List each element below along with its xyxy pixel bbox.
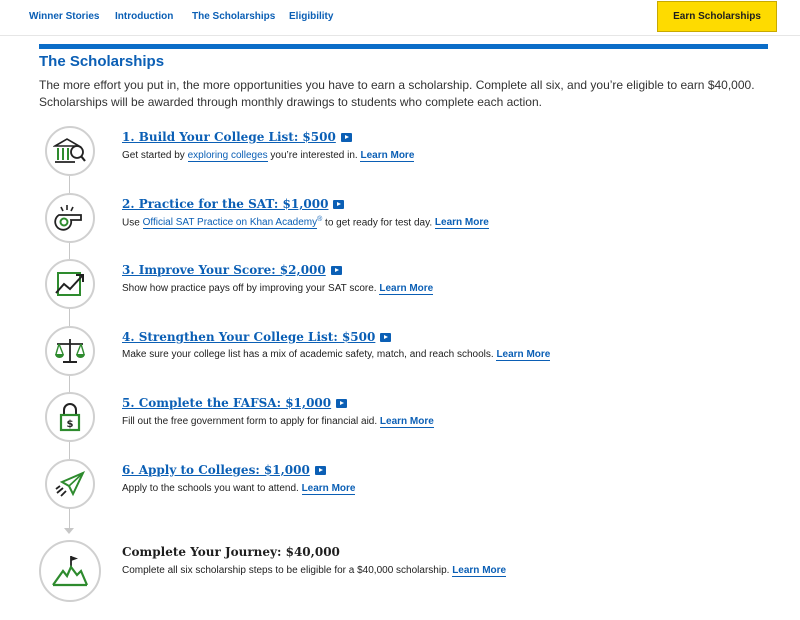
step-3-learn-more-link[interactable]: Learn More	[379, 283, 434, 295]
step-6-learn-more-link[interactable]: Learn More	[301, 483, 356, 495]
step-5-description: Fill out the free government form to app…	[122, 416, 434, 428]
video-play-icon[interactable]	[330, 265, 342, 275]
step-1-title-text: 1. Build Your College List: $500	[122, 130, 336, 144]
timeline-connector	[69, 176, 70, 193]
whistle-icon	[45, 193, 95, 243]
mountain-flag-icon	[39, 540, 101, 602]
timeline-connector	[69, 242, 70, 260]
step-2-learn-more-link[interactable]: Learn More	[434, 217, 489, 230]
step-1-title-link[interactable]: 1. Build Your College List: $500	[122, 130, 352, 144]
step-6-desc-text: Apply to the schools you want to attend.	[122, 483, 302, 494]
final-desc-text: Complete all six scholarship steps to be…	[122, 565, 453, 576]
step-4-title-link[interactable]: 4. Strengthen Your College List: $500	[122, 330, 392, 344]
balance-scale-icon	[45, 326, 95, 376]
step-2-desc-text-2: to get ready for test day.	[322, 217, 435, 229]
svg-text:$: $	[67, 419, 74, 430]
final-learn-more-link[interactable]: Learn More	[452, 565, 507, 577]
video-play-icon[interactable]	[333, 199, 345, 209]
timeline-connector	[69, 442, 70, 459]
step-3-title-link[interactable]: 3. Improve Your Score: $2,000	[122, 263, 342, 277]
step-3-description: Show how practice pays off by improving …	[122, 283, 434, 295]
step-2-title-text: 2. Practice for the SAT: $1,000	[122, 197, 329, 211]
step-4-title-text: 4. Strengthen Your College List: $500	[122, 330, 376, 344]
nav-winner-stories[interactable]: Winner Stories	[29, 11, 99, 22]
section-heading: The Scholarships	[39, 53, 165, 70]
video-play-icon[interactable]	[336, 398, 348, 408]
step-3-title-text: 3. Improve Your Score: $2,000	[122, 263, 326, 277]
step-4-desc-text: Make sure your college list has a mix of…	[122, 349, 497, 360]
timeline-arrow-icon	[64, 528, 74, 534]
khan-academy-link[interactable]: Official SAT Practice on Khan Academy	[142, 217, 318, 230]
step-5-learn-more-link[interactable]: Learn More	[379, 416, 434, 428]
video-play-icon[interactable]	[380, 332, 392, 342]
earn-scholarships-button[interactable]: Earn Scholarships	[657, 1, 777, 32]
step-3-desc-text: Show how practice pays off by improving …	[122, 283, 380, 294]
trend-chart-icon	[45, 259, 95, 309]
step-2-title-link[interactable]: 2. Practice for the SAT: $1,000	[122, 197, 345, 211]
nav-eligibility[interactable]: Eligibility	[289, 11, 333, 22]
step-4-learn-more-link[interactable]: Learn More	[496, 349, 551, 361]
video-play-icon[interactable]	[314, 465, 326, 475]
step-1-desc-text-2: you’re interested in.	[267, 150, 361, 161]
building-search-icon	[45, 126, 95, 176]
step-5-title-text: 5. Complete the FAFSA: $1,000	[122, 396, 332, 410]
top-nav: Winner Stories Introduction The Scholars…	[0, 0, 800, 36]
step-2-desc-text: Use	[122, 217, 143, 229]
step-2-description: Use Official SAT Practice on Khan Academ…	[122, 216, 489, 230]
step-6-description: Apply to the schools you want to attend.…	[122, 483, 356, 495]
step-1-desc-text: Get started by	[122, 150, 188, 161]
step-6-title-text: 6. Apply to Colleges: $1,000	[122, 463, 310, 477]
final-step-description: Complete all six scholarship steps to be…	[122, 565, 507, 577]
step-6-title-link[interactable]: 6. Apply to Colleges: $1,000	[122, 463, 326, 477]
timeline-connector	[69, 309, 70, 326]
timeline-connector	[69, 375, 70, 393]
final-step-title: Complete Your Journey: $40,000	[122, 545, 340, 559]
section-intro: The more effort you put in, the more opp…	[39, 78, 755, 109]
video-play-icon[interactable]	[340, 132, 352, 142]
timeline-connector	[69, 508, 70, 528]
step-1-description: Get started by exploring colleges you’re…	[122, 150, 415, 162]
paper-plane-icon	[45, 459, 95, 509]
section-rule	[39, 44, 768, 49]
step-1-learn-more-link[interactable]: Learn More	[360, 150, 415, 162]
step-4-description: Make sure your college list has a mix of…	[122, 349, 551, 361]
exploring-colleges-link[interactable]: exploring colleges	[187, 150, 268, 162]
dollar-lock-icon: $	[45, 392, 95, 442]
nav-the-scholarships[interactable]: The Scholarships	[192, 11, 275, 22]
step-5-desc-text: Fill out the free government form to app…	[122, 416, 380, 427]
nav-introduction[interactable]: Introduction	[115, 11, 173, 22]
step-5-title-link[interactable]: 5. Complete the FAFSA: $1,000	[122, 396, 348, 410]
